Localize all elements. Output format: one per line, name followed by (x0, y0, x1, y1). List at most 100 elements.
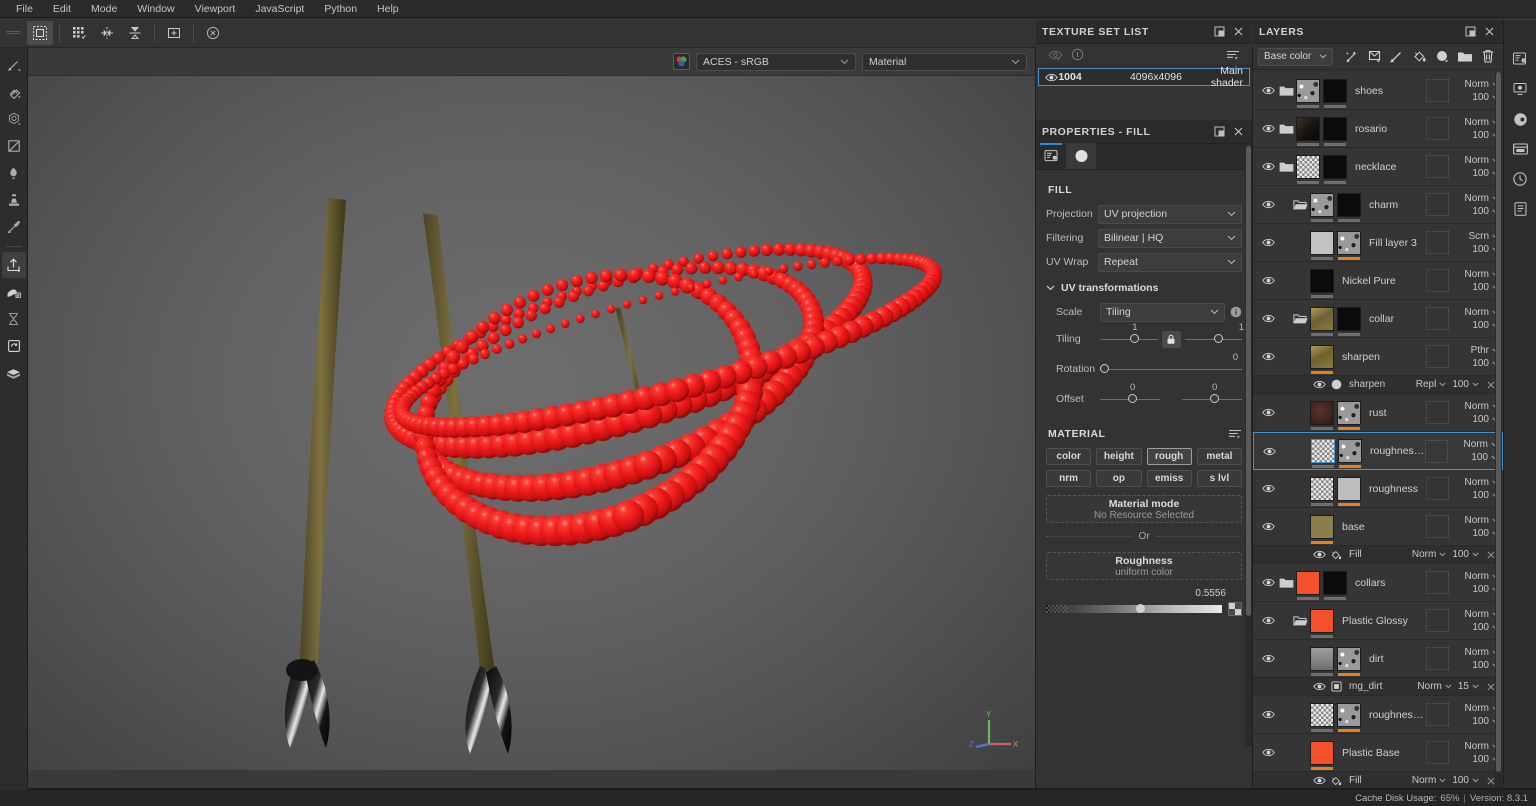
eye-icon[interactable] (1311, 776, 1327, 785)
layer-blend-select[interactable]: Norm (1465, 571, 1499, 582)
layer-effect-slot[interactable] (1426, 647, 1449, 670)
eye-icon[interactable] (1259, 578, 1277, 587)
layer-effect-slot[interactable] (1426, 515, 1449, 538)
geometry-decal-icon[interactable] (2, 279, 26, 305)
projection-select[interactable]: UV projection (1098, 205, 1242, 224)
menu-icon[interactable] (1222, 46, 1244, 64)
layer-blend-select[interactable]: Norm (1465, 515, 1499, 526)
folder-icon[interactable] (1291, 615, 1310, 627)
sublayer-row[interactable]: mg_dirtNorm15 (1253, 678, 1503, 696)
layer-mask-thumbnail[interactable] (1337, 647, 1361, 671)
sublayer-row[interactable]: FillNorm100 (1253, 772, 1503, 788)
layer-mask-thumbnail[interactable] (1323, 117, 1347, 141)
eye-icon[interactable] (1259, 710, 1277, 719)
undock-icon-3[interactable] (1462, 24, 1478, 40)
eye-icon[interactable] (1311, 550, 1327, 559)
sublayer-blend-select[interactable]: Norm (1412, 549, 1446, 560)
layer-mask-thumbnail[interactable] (1337, 231, 1361, 255)
channel-chip-color[interactable]: color (1046, 448, 1091, 465)
layer-effect-slot[interactable] (1426, 231, 1449, 254)
shader-channel-select[interactable]: Material (862, 53, 1027, 71)
material-menu-icon[interactable] (1228, 428, 1242, 440)
layer-row[interactable]: roughness variati...Norm100 (1253, 696, 1503, 734)
layer-thumbnail[interactable] (1296, 571, 1320, 595)
eye-icon[interactable] (1260, 447, 1278, 456)
menu-item-help[interactable]: Help (367, 0, 409, 18)
offset-u-slider[interactable]: 0 (1100, 391, 1160, 407)
layer-row[interactable]: shoesNorm100 (1253, 72, 1503, 110)
layer-mask-thumbnail[interactable] (1337, 703, 1361, 727)
refresh-icon[interactable] (2, 333, 26, 359)
sublayer-row[interactable]: sharpenRepl100 (1253, 376, 1503, 394)
channel-chip-nrm[interactable]: nrm (1046, 470, 1091, 487)
layer-thumbnail[interactable] (1310, 477, 1334, 501)
folder-icon[interactable] (1277, 85, 1296, 97)
layer-blend-select[interactable]: Norm (1465, 307, 1499, 318)
folder-icon[interactable] (1455, 47, 1476, 67)
shelf-icon[interactable] (1507, 44, 1533, 74)
undock-icon[interactable] (1211, 24, 1227, 40)
mask-icon[interactable] (1432, 47, 1453, 67)
channel-chip-metal[interactable]: metal (1197, 448, 1242, 465)
properties-tab[interactable] (1036, 143, 1066, 169)
eye-icon[interactable] (1259, 238, 1277, 247)
package-icon[interactable] (2, 360, 26, 386)
layer-thumbnail[interactable] (1310, 193, 1334, 217)
layer-row[interactable]: rustNorm100 (1253, 394, 1503, 432)
eye-icon[interactable] (1259, 86, 1277, 95)
eye-icon[interactable] (1259, 484, 1277, 493)
projection-icon[interactable] (2, 106, 26, 132)
layer-thumbnail[interactable] (1310, 647, 1334, 671)
close-icon[interactable] (1487, 777, 1495, 785)
offset-v-slider[interactable]: 0 (1182, 391, 1242, 407)
layer-thumbnail[interactable] (1296, 79, 1320, 103)
layer-thumbnail[interactable] (1310, 515, 1334, 539)
layer-blend-select[interactable]: Norm (1465, 193, 1499, 204)
layer-blend-select[interactable]: Norm (1465, 269, 1499, 280)
layer-thumbnail[interactable] (1310, 609, 1334, 633)
layer-effect-slot[interactable] (1426, 703, 1449, 726)
visibility-icon[interactable] (1044, 46, 1066, 64)
close-icon-2[interactable] (1230, 124, 1246, 140)
texture-set-settings-icon[interactable] (1507, 134, 1533, 164)
layer-thumbnail[interactable] (1310, 269, 1334, 293)
eye-icon[interactable] (1259, 616, 1277, 625)
layer-blend-select[interactable]: Norm (1465, 117, 1499, 128)
menu-item-edit[interactable]: Edit (43, 0, 81, 18)
layer-row[interactable]: sharpenPthr100 (1253, 338, 1503, 376)
channel-chip-op[interactable]: op (1096, 470, 1141, 487)
layer-effect-slot[interactable] (1426, 307, 1449, 330)
rotation-slider[interactable]: 0 (1100, 361, 1242, 377)
layers-scrollbar[interactable] (1495, 72, 1502, 788)
folder-icon[interactable] (1277, 161, 1296, 173)
paint-brush-icon[interactable] (2, 52, 26, 78)
layer-blend-select[interactable]: Norm (1465, 703, 1499, 714)
layer-effect-slot[interactable] (1426, 79, 1449, 102)
color-picker-swatch-icon[interactable] (1228, 602, 1242, 616)
layer-thumbnail[interactable] (1296, 155, 1320, 179)
eye-icon[interactable] (1259, 162, 1277, 171)
layer-mask-thumbnail[interactable] (1338, 439, 1362, 463)
eye-icon[interactable] (1045, 73, 1058, 82)
tiling-u-slider[interactable]: 1 (1100, 331, 1158, 347)
eye-icon[interactable] (1311, 682, 1327, 691)
close-icon-3[interactable] (1481, 24, 1497, 40)
3d-viewport[interactable]: ACES - sRGB Material (28, 48, 1035, 788)
layer-thumbnail[interactable] (1310, 345, 1334, 369)
channel-select[interactable]: Base color (1258, 48, 1333, 66)
layer-blend-select[interactable]: Norm (1464, 439, 1498, 450)
menu-item-mode[interactable]: Mode (81, 0, 127, 18)
layer-effect-slot[interactable] (1426, 193, 1449, 216)
eye-icon[interactable] (1259, 124, 1277, 133)
layer-row[interactable]: collarsNorm100 (1253, 564, 1503, 602)
export-icon[interactable] (2, 252, 26, 278)
layer-row[interactable]: Plastic BaseNorm100 (1253, 734, 1503, 772)
layer-mask-thumbnail[interactable] (1337, 307, 1361, 331)
shader-settings-icon[interactable] (1507, 104, 1533, 134)
layer-thumbnail[interactable] (1310, 231, 1334, 255)
eye-icon[interactable] (1311, 380, 1327, 389)
menu-item-file[interactable]: File (6, 0, 43, 18)
reset-icon[interactable] (200, 21, 226, 45)
layer-effect-slot[interactable] (1426, 345, 1449, 368)
sublayer-blend-select[interactable]: Norm (1417, 681, 1451, 692)
